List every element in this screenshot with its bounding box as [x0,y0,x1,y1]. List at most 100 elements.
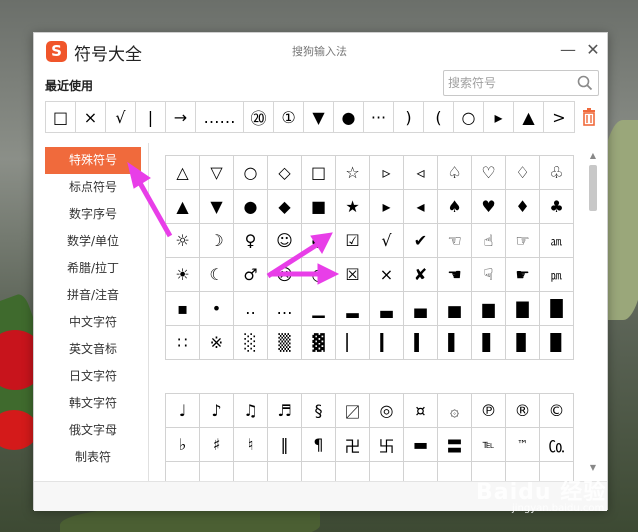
recent-symbol[interactable]: ( [424,102,454,132]
symbol-cell[interactable]: 〓 [437,427,472,462]
symbol-cell[interactable]: ℗ [471,393,506,428]
symbol-cell[interactable]: ☆ [335,155,370,190]
sidebar-item[interactable]: 特殊符号 [45,147,141,174]
close-button[interactable]: ✕ [582,39,604,61]
symbol-cell[interactable]: ▅ [437,291,472,326]
symbol-cell[interactable]: … [267,291,302,326]
symbol-cell[interactable]: ☚ [437,257,472,292]
recent-symbol[interactable]: ① [274,102,304,132]
search-icon[interactable] [576,74,594,92]
symbol-cell[interactable]: ▊ [505,325,540,360]
symbol-cell[interactable]: ☽ [199,223,234,258]
symbol-cell[interactable]: ☟ [471,257,506,292]
sidebar-item[interactable]: 俄文字母 [45,417,141,444]
recent-symbol[interactable]: | [136,102,166,132]
symbol-cell[interactable]: ♡ [471,155,506,190]
recent-symbol[interactable]: ▸ [484,102,514,132]
symbol-cell[interactable]: ◆ [267,189,302,224]
sidebar-item[interactable]: 数字序号 [45,201,141,228]
symbol-cell[interactable]: ☜ [437,223,472,258]
symbol-cell[interactable]: ▁ [301,291,336,326]
symbol-cell[interactable]: ☹ [267,257,302,292]
symbol-cell[interactable]: ★ [335,189,370,224]
symbol-cell[interactable]: ♂ [233,257,268,292]
symbol-cell[interactable]: × [369,257,404,292]
recent-symbol[interactable]: ▼ [304,102,334,132]
symbol-cell[interactable]: ™ [505,427,540,462]
recent-symbol[interactable]: > [544,102,574,132]
symbol-cell[interactable]: ◇ [267,155,302,190]
symbol-cell[interactable]: § [301,393,336,428]
symbol-cell[interactable]: ▼ [199,189,234,224]
symbol-cell[interactable]: □ [301,155,336,190]
symbol-cell[interactable]: ▃ [369,291,404,326]
symbol-cell[interactable]: ♠ [437,189,472,224]
symbol-cell[interactable]: ✘ [403,257,438,292]
symbol-cell[interactable]: ¶ [301,427,336,462]
symbol-cell[interactable]: ◎ [369,393,404,428]
recent-symbol[interactable]: × [76,102,106,132]
symbol-cell[interactable]: ▄ [403,291,438,326]
recent-symbol[interactable]: □ [46,102,76,132]
recent-symbol[interactable]: ● [334,102,364,132]
symbol-cell[interactable]: ♪ [199,393,234,428]
recent-symbol[interactable]: → [166,102,196,132]
symbol-cell[interactable]: ▸ [369,189,404,224]
symbol-cell[interactable]: ▌ [437,325,472,360]
symbol-cell[interactable]: ▲ [165,189,200,224]
symbol-cell[interactable]: 卐 [369,427,404,462]
recent-symbol[interactable]: ▲ [514,102,544,132]
symbol-cell[interactable]: ☑ [335,223,370,258]
sidebar-item[interactable]: 希腊/拉丁 [45,255,141,282]
symbol-cell[interactable]: ♣ [539,189,574,224]
recent-symbol[interactable]: ··· [364,102,394,132]
symbol-cell[interactable]: ☼ [165,223,200,258]
symbol-cell[interactable]: ○ [233,155,268,190]
recent-symbol[interactable]: √ [106,102,136,132]
symbol-cell[interactable]: ♀ [233,223,268,258]
symbol-cell[interactable]: ♦ [505,189,540,224]
symbol-cell[interactable]: ░ [233,325,268,360]
recent-symbol[interactable]: ○ [454,102,484,132]
symbol-cell[interactable]: ♩ [165,393,200,428]
symbol-cell[interactable]: 〼 [335,393,370,428]
symbol-cell[interactable]: ♯ [199,427,234,462]
title-bar[interactable]: S 符号大全 搜狗输入法 — ✕ [34,33,607,69]
minimize-button[interactable]: — [557,39,579,61]
sidebar-item[interactable]: 中文字符 [45,309,141,336]
symbol-cell[interactable]: ✔ [403,223,438,258]
symbol-cell[interactable]: ۞ [437,393,472,428]
symbol-cell[interactable]: ▇ [505,291,540,326]
symbol-cell[interactable]: ® [505,393,540,428]
symbol-cell[interactable]: ♥ [471,189,506,224]
symbol-cell[interactable]: ▹ [369,155,404,190]
symbol-cell[interactable]: ◐ [301,223,336,258]
search-box[interactable] [443,70,599,96]
symbol-cell[interactable]: ㏇ [539,427,574,462]
symbol-cell[interactable]: ㏘ [539,257,574,292]
symbol-cell[interactable]: ☛ [505,257,540,292]
symbol-cell[interactable]: ▉ [539,325,574,360]
symbol-cell[interactable]: ◃ [403,155,438,190]
symbol-cell[interactable]: ¤ [403,393,438,428]
symbol-cell[interactable]: ☒ [335,257,370,292]
recent-symbol[interactable]: ) [394,102,424,132]
symbol-cell[interactable]: ▽ [199,155,234,190]
symbol-cell[interactable]: ♭ [165,427,200,462]
symbol-cell[interactable]: √ [369,223,404,258]
symbol-cell[interactable]: ▋ [471,325,506,360]
symbol-cell[interactable]: ☺ [267,223,302,258]
symbol-cell[interactable]: © [539,393,574,428]
scroll-up-icon[interactable]: ▲ [587,151,599,161]
symbol-cell[interactable]: ▒ [267,325,302,360]
symbol-cell[interactable]: ▍ [403,325,438,360]
symbol-cell[interactable]: △ [165,155,200,190]
symbol-cell[interactable]: ■ [301,189,336,224]
symbol-cell[interactable]: 卍 [335,427,370,462]
symbol-cell[interactable]: ▎ [369,325,404,360]
recent-symbol[interactable]: …… [196,102,244,132]
sidebar-item[interactable]: 数学/单位 [45,228,141,255]
symbol-cell[interactable]: ☝ [471,223,506,258]
sidebar-item[interactable]: 日文字符 [45,363,141,390]
symbol-cell[interactable]: ㏂ [539,223,574,258]
